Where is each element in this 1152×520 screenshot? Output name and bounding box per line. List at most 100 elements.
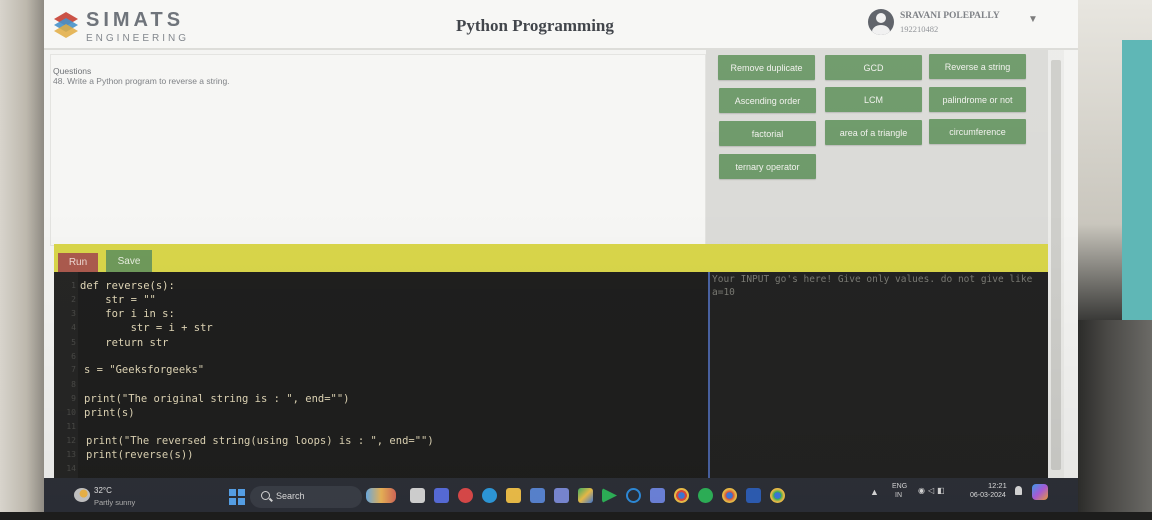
whatsapp-icon[interactable]: [698, 488, 713, 503]
code-line[interactable]: 2 str = "": [54, 293, 708, 307]
code-line[interactable]: 7 s = "Geeksforgeeks": [54, 363, 708, 377]
page-title: Python Programming: [456, 16, 614, 35]
taskbar-search[interactable]: Search: [250, 486, 362, 508]
language-indicator[interactable]: ENG: [892, 483, 907, 490]
code-line[interactable]: 12 print("The reversed string(using loops…: [54, 434, 708, 448]
program-button-ascending-order[interactable]: Ascending order: [719, 88, 816, 113]
code-editor[interactable]: 1 def reverse(s): 2 str = "" 3 for i in s: 4…: [54, 272, 708, 478]
line-number: 3: [71, 309, 76, 318]
code-line[interactable]: 4 str = i + str: [54, 321, 708, 335]
code-text: print("The reversed string(using loops) …: [86, 435, 434, 447]
program-button-factorial[interactable]: factorial: [719, 121, 816, 146]
windows-start-icon[interactable]: [229, 489, 245, 505]
user-name[interactable]: SRAVANI POLEPALLY: [900, 11, 1000, 21]
cortana-icon[interactable]: [626, 488, 641, 503]
brand-name: SIMATS: [86, 9, 185, 31]
program-list-panel: Remove duplicate GCD Reverse a string As…: [706, 50, 1048, 246]
code-line[interactable]: 3 for i in s:: [54, 307, 708, 321]
code-line[interactable]: 8: [54, 378, 708, 392]
search-icon: [261, 491, 270, 500]
news-widget-icon[interactable]: [366, 488, 396, 503]
line-number: 11: [66, 422, 76, 431]
program-button-remove-duplicate[interactable]: Remove duplicate: [718, 55, 815, 80]
line-number: 6: [71, 352, 76, 361]
user-id: 192210482: [900, 24, 939, 34]
code-text: def reverse(s):: [80, 280, 175, 292]
app-header: SIMATS ENGINEERING Python Programming SR…: [44, 0, 1078, 50]
code-line[interactable]: 5 return str: [54, 336, 708, 350]
monitor-screen: SIMATS ENGINEERING Python Programming SR…: [44, 0, 1078, 512]
line-number: 4: [71, 323, 76, 332]
code-text: print(reverse(s)): [86, 449, 194, 461]
weather-temperature[interactable]: 32°C: [94, 486, 112, 495]
app-icon[interactable]: [650, 488, 665, 503]
code-line[interactable]: 13 print(reverse(s)): [54, 448, 708, 462]
line-number: 7: [71, 365, 76, 374]
clock-date[interactable]: 06-03-2024: [970, 492, 1006, 499]
weather-partly-sunny-icon[interactable]: [74, 488, 90, 502]
line-number: 5: [71, 338, 76, 347]
line-number: 2: [71, 295, 76, 304]
page-scrollbar-thumb[interactable]: [1051, 60, 1061, 470]
code-text: str = "": [80, 294, 156, 306]
program-button-reverse-a-string[interactable]: Reverse a string: [929, 54, 1026, 79]
play-store-icon[interactable]: [602, 488, 617, 503]
notification-bell-icon[interactable]: [1015, 486, 1022, 495]
code-text: for i in s:: [80, 308, 175, 320]
word-icon[interactable]: [746, 488, 761, 503]
run-button[interactable]: Run: [58, 253, 98, 272]
file-explorer-icon[interactable]: [506, 488, 521, 503]
line-number: 14: [66, 464, 76, 473]
line-number: 13: [66, 450, 76, 459]
clock-time[interactable]: 12:21: [988, 481, 1007, 490]
tray-chevron-up-icon[interactable]: ▲: [870, 487, 879, 497]
chrome-profile-icon[interactable]: [722, 488, 737, 503]
code-text: str = i + str: [80, 322, 213, 334]
edge-browser-icon[interactable]: [482, 488, 497, 503]
task-view-icon[interactable]: [410, 488, 425, 503]
store-icon[interactable]: [530, 488, 545, 503]
line-number: 8: [71, 380, 76, 389]
program-button-gcd[interactable]: GCD: [825, 55, 922, 80]
photo-bezel-bottom: [0, 512, 1152, 520]
search-label: Search: [276, 491, 305, 501]
wifi-volume-battery-icons[interactable]: ◉◁◧: [918, 486, 948, 495]
code-line[interactable]: 14: [54, 462, 708, 476]
brand-subtitle: ENGINEERING: [86, 33, 190, 44]
program-button-palindrome-or-not[interactable]: palindrome or not: [929, 87, 1026, 112]
code-text: print(s): [84, 407, 135, 419]
copilot-icon[interactable]: [1032, 484, 1048, 500]
code-line[interactable]: 6: [54, 350, 708, 364]
google-drive-icon[interactable]: [578, 488, 593, 503]
save-button[interactable]: Save: [106, 250, 152, 272]
code-text: return str: [80, 337, 169, 349]
people-icon[interactable]: [554, 488, 569, 503]
photo-bezel-right: [1078, 320, 1152, 520]
chrome-secondary-icon[interactable]: [770, 488, 785, 503]
user-avatar-icon[interactable]: [868, 9, 894, 35]
mcafee-icon[interactable]: [458, 488, 473, 503]
line-number: 9: [71, 394, 76, 403]
photo-bezel-left: [0, 0, 44, 520]
program-button-area-of-a-triangle[interactable]: area of a triangle: [825, 120, 922, 145]
program-button-ternary-operator[interactable]: ternary operator: [719, 154, 816, 179]
code-text: s = "Geeksforgeeks": [84, 364, 205, 376]
meet-icon[interactable]: [434, 488, 449, 503]
code-line[interactable]: 11: [54, 420, 708, 434]
program-input-area[interactable]: Your INPUT go's here! Give only values. …: [708, 272, 1048, 478]
code-line[interactable]: 1 def reverse(s):: [54, 279, 708, 293]
user-menu-chevron-down-icon[interactable]: ▼: [1028, 14, 1038, 25]
region-indicator[interactable]: IN: [895, 492, 902, 499]
line-number: 10: [66, 408, 76, 417]
code-line[interactable]: 10 print(s): [54, 406, 708, 420]
simats-logo-icon: [54, 12, 78, 38]
code-line[interactable]: 9 print("The original string is : ", end=…: [54, 392, 708, 406]
chrome-icon[interactable]: [674, 488, 689, 503]
input-placeholder: Your INPUT go's here! Give only values. …: [712, 274, 1033, 298]
photo-wall-right: [1078, 0, 1152, 320]
program-button-circumference[interactable]: circumference: [929, 119, 1026, 144]
line-number: 1: [71, 281, 76, 290]
line-number: 12: [66, 436, 76, 445]
program-button-lcm[interactable]: LCM: [825, 87, 922, 112]
weather-description[interactable]: Partly sunny: [94, 498, 135, 507]
